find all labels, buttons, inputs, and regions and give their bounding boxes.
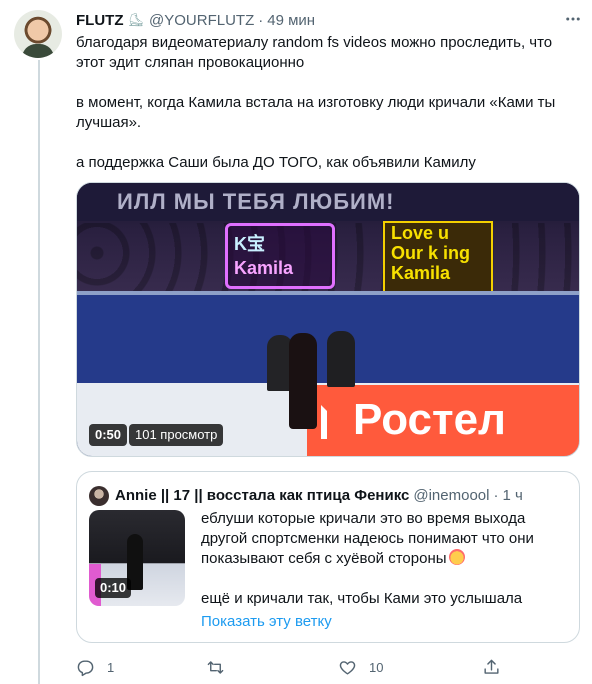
share-icon xyxy=(484,659,499,674)
tweet-text: благодаря видеоматериалу random fs video… xyxy=(76,33,581,193)
sign-right-line: Love u xyxy=(391,223,450,243)
adboard-text: Ростел xyxy=(353,395,506,444)
quote-timestamp[interactable]: 1 ч xyxy=(502,487,522,504)
more-options-icon[interactable] xyxy=(562,8,584,30)
video-frame-person xyxy=(327,331,355,387)
quote-paragraph: еблуши которые кричали это во время выхо… xyxy=(201,509,571,569)
quote-paragraph: ещё и кричали так, чтобы Ками это услыша… xyxy=(201,590,523,607)
quote-header-separator: · xyxy=(493,486,499,504)
video-player[interactable]: ИЛЛ МЫ ТЕБЯ ЛЮБИМ! K宝 Kamila Love u Our … xyxy=(76,182,580,457)
retweet-icon xyxy=(207,660,224,674)
heart-icon xyxy=(339,660,356,675)
share-button[interactable] xyxy=(482,656,513,678)
quote-header: Annie || 17 || восстала как птица Феникс… xyxy=(115,485,523,505)
quote-paragraph-text: еблуши которые кричали это во время выхо… xyxy=(201,510,534,567)
clown-face-icon xyxy=(448,549,465,565)
tweet-paragraph: а поддержка Саши была ДО ТОГО, как объяв… xyxy=(76,154,476,171)
video-frame-adboard: Ростел xyxy=(307,385,579,456)
tweet-paragraph: благодаря видеоматериалу random fs video… xyxy=(76,34,553,71)
retweet-button[interactable] xyxy=(206,656,237,678)
author-name[interactable]: FLUTZ xyxy=(76,12,123,29)
sign-right-line: Kamila xyxy=(391,263,451,283)
like-button[interactable]: 10 xyxy=(338,656,383,678)
quote-author-avatar[interactable] xyxy=(89,486,109,506)
skate-emoji-icon: ⛸ xyxy=(127,12,144,27)
tweet-paragraph: в момент, когда Камила встала на изготов… xyxy=(76,94,556,131)
reply-button[interactable]: 1 xyxy=(76,656,114,678)
quote-author-handle[interactable]: @inemoool xyxy=(413,487,489,504)
video-frame-sign-left: K宝 Kamila xyxy=(225,223,335,289)
quote-author-name[interactable]: Annie || 17 || восстала как птица Феникс xyxy=(115,487,409,504)
like-count: 10 xyxy=(369,659,384,675)
quote-video-duration-badge: 0:10 xyxy=(95,578,132,598)
show-thread-link[interactable]: Показать эту ветку xyxy=(201,613,332,630)
header-separator: · xyxy=(258,11,264,29)
author-avatar[interactable] xyxy=(14,10,62,58)
sign-right-line: Our k ing xyxy=(391,243,471,263)
reply-count: 1 xyxy=(107,659,115,675)
quote-video-thumbnail[interactable]: 0:10 xyxy=(89,510,185,606)
thread-line xyxy=(38,60,40,684)
video-views-badge: 101 просмотр xyxy=(129,424,224,446)
sign-left-line: Kamila xyxy=(234,258,294,278)
video-frame-banner: ИЛЛ МЫ ТЕБЯ ЛЮБИМ! xyxy=(77,183,579,221)
sign-left-line: K宝 xyxy=(234,234,265,254)
video-duration-badge: 0:50 xyxy=(89,424,128,446)
author-handle[interactable]: @YOURFLUTZ xyxy=(149,12,254,29)
quoted-tweet[interactable]: Annie || 17 || восстала как птица Феникс… xyxy=(76,471,580,643)
reply-icon xyxy=(77,659,94,676)
tweet-timestamp[interactable]: 49 мин xyxy=(267,12,315,29)
video-frame-skater xyxy=(289,333,317,429)
tweet-header: FLUTZ ⛸ @YOURFLUTZ · 49 мин xyxy=(76,10,315,30)
tweet-actions: 1 10 xyxy=(76,656,546,678)
quote-text: еблуши которые кричали это во время выхо… xyxy=(201,509,571,629)
video-frame-sign-right: Love u Our k ing Kamila xyxy=(383,221,493,295)
